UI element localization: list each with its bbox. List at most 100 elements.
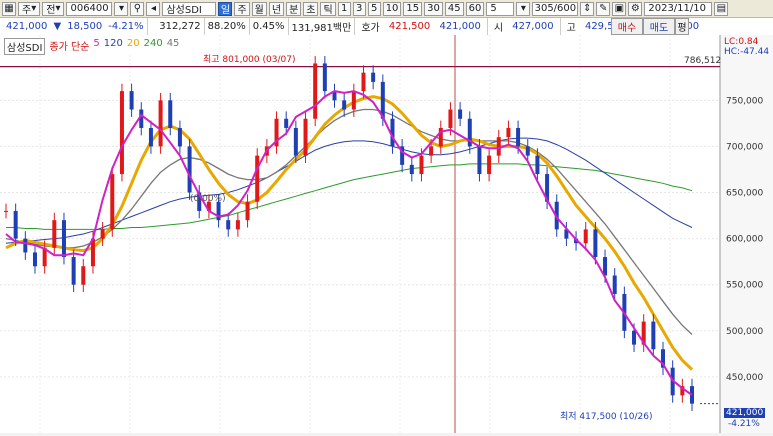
candle-body [187,146,192,193]
candle-body [651,321,656,350]
prev-icon[interactable]: ◂ [146,1,161,16]
gear-icon[interactable]: ⚙ [628,1,643,16]
bid-ask: 호가 421,500 421,000 [354,18,487,35]
candle-body [293,127,298,156]
trade-amount: 131,981백만 [287,18,355,35]
candle-body [535,155,540,175]
candle-body [284,118,289,128]
search-icon[interactable]: ⚲ [130,1,145,16]
candle-body [409,164,414,175]
candle-body [148,127,153,147]
candle-body [81,266,86,285]
candle-body [110,174,115,230]
candle-body [516,127,521,147]
count-input[interactable]: 305/600 [532,1,579,16]
y-tick-label: 450,000 [726,373,763,383]
sell-button[interactable]: 매도 [643,18,675,35]
buy-button[interactable]: 매수 [611,18,643,35]
code-dropdown-icon[interactable]: ▾ [114,1,129,16]
layout-icon[interactable]: ▦ [2,1,16,16]
interval-1[interactable]: 1 [337,1,351,16]
mid-label: (0.00%) [190,194,226,204]
open-price: 시 427,000 [486,18,560,35]
candle-body [477,146,482,175]
y-tick-label: 600,000 [726,235,763,245]
candle-body [419,155,424,175]
period-day[interactable]: 일 [218,1,233,16]
candle-body [119,91,124,175]
candle-body [61,220,66,258]
candle-body [4,210,8,212]
interval-10[interactable]: 10 [382,1,402,16]
candle-body [13,210,18,239]
chart-svg[interactable]: 750,000 700,000 650,000 600,000 550,000 500,0… [0,35,773,433]
period-minute[interactable]: 분 [286,1,302,16]
candle-body [506,127,511,138]
interval-3[interactable]: 3 [352,1,366,16]
y-tick-label: 750,000 [726,96,763,106]
interval-30[interactable]: 30 [424,1,443,16]
candle-body [226,220,231,230]
period-week[interactable]: 주 [234,1,250,16]
candle-body [593,229,598,258]
zoom-icon[interactable]: ⇕ [580,1,595,16]
last-price-badge: 421,000 [724,408,766,418]
current-price: 421,000 ▼ [6,21,62,32]
price-change-pct: -4.21% [108,21,144,32]
interval-input[interactable]: 5 [486,1,515,16]
candle-body [255,155,260,202]
lc-value: LC:0.84 [724,37,759,47]
code-input[interactable]: 006400 [66,1,113,16]
candle-body [632,330,637,345]
candle-body [458,109,463,119]
period-month[interactable]: 월 [251,1,267,16]
save-icon[interactable]: ▣ [612,1,627,16]
candle-body [32,252,37,267]
price-chart[interactable]: 750,000 700,000 650,000 600,000 550,000 500,0… [0,35,773,433]
candle-body [168,100,173,128]
candle-body [235,220,240,230]
candle-body [303,118,308,156]
legend-stock-name: 삼성SDI [4,38,46,55]
candle-body [52,220,57,248]
candle-body [371,72,376,82]
interval-15[interactable]: 15 [403,1,423,16]
price-change: 18,500 [67,21,103,32]
period-tick[interactable]: 틱 [320,1,336,16]
candle-body [603,257,608,276]
market-select[interactable]: 주 ▾ [18,1,41,16]
candle-body [342,100,347,110]
candle-body [487,155,492,175]
tools-icon[interactable]: ✎ [596,1,611,16]
type-select[interactable]: 전 ▾ [42,1,65,16]
period-second[interactable]: 초 [303,1,319,16]
candle-body [448,109,453,128]
period-year[interactable]: 년 [268,1,285,16]
candle-body [361,72,366,92]
y-tick-label: 650,000 [726,189,763,199]
candle-body [429,146,434,156]
candle-body [23,238,28,253]
legend-desc: 종가 단순 [49,42,90,53]
y-tick-label: 500,000 [726,327,763,337]
interval-dropdown-icon[interactable]: ▾ [516,1,531,16]
interval-60[interactable]: 60 [465,1,485,16]
interval-5[interactable]: 5 [367,1,381,16]
legend-ma-45: 45 [166,38,180,49]
eval-button[interactable]: 평 [675,18,689,35]
candle-body [583,229,588,244]
calendar-icon[interactable]: ▤ [714,1,729,16]
candle-body [100,229,105,239]
max-label: 최고 801,000 (03/07) [203,55,296,65]
date-input[interactable]: 2023/11/10 [644,1,713,16]
candle-body [129,91,134,110]
y-tick-label: 700,000 [726,142,763,152]
toolbar: ▦ 주 ▾ 전 ▾ 006400 ▾ ⚲ ◂ 삼성SDI 일 주 월 년 분 초 틱… [0,0,773,18]
candle-body [525,146,530,156]
candle-body [496,137,501,156]
min-label: 최저 417,500 (10/26) [560,412,653,422]
legend-ma-5: 5 [93,38,100,49]
interval-45[interactable]: 45 [444,1,464,16]
candle-body [245,201,250,221]
candle-body [158,100,163,147]
